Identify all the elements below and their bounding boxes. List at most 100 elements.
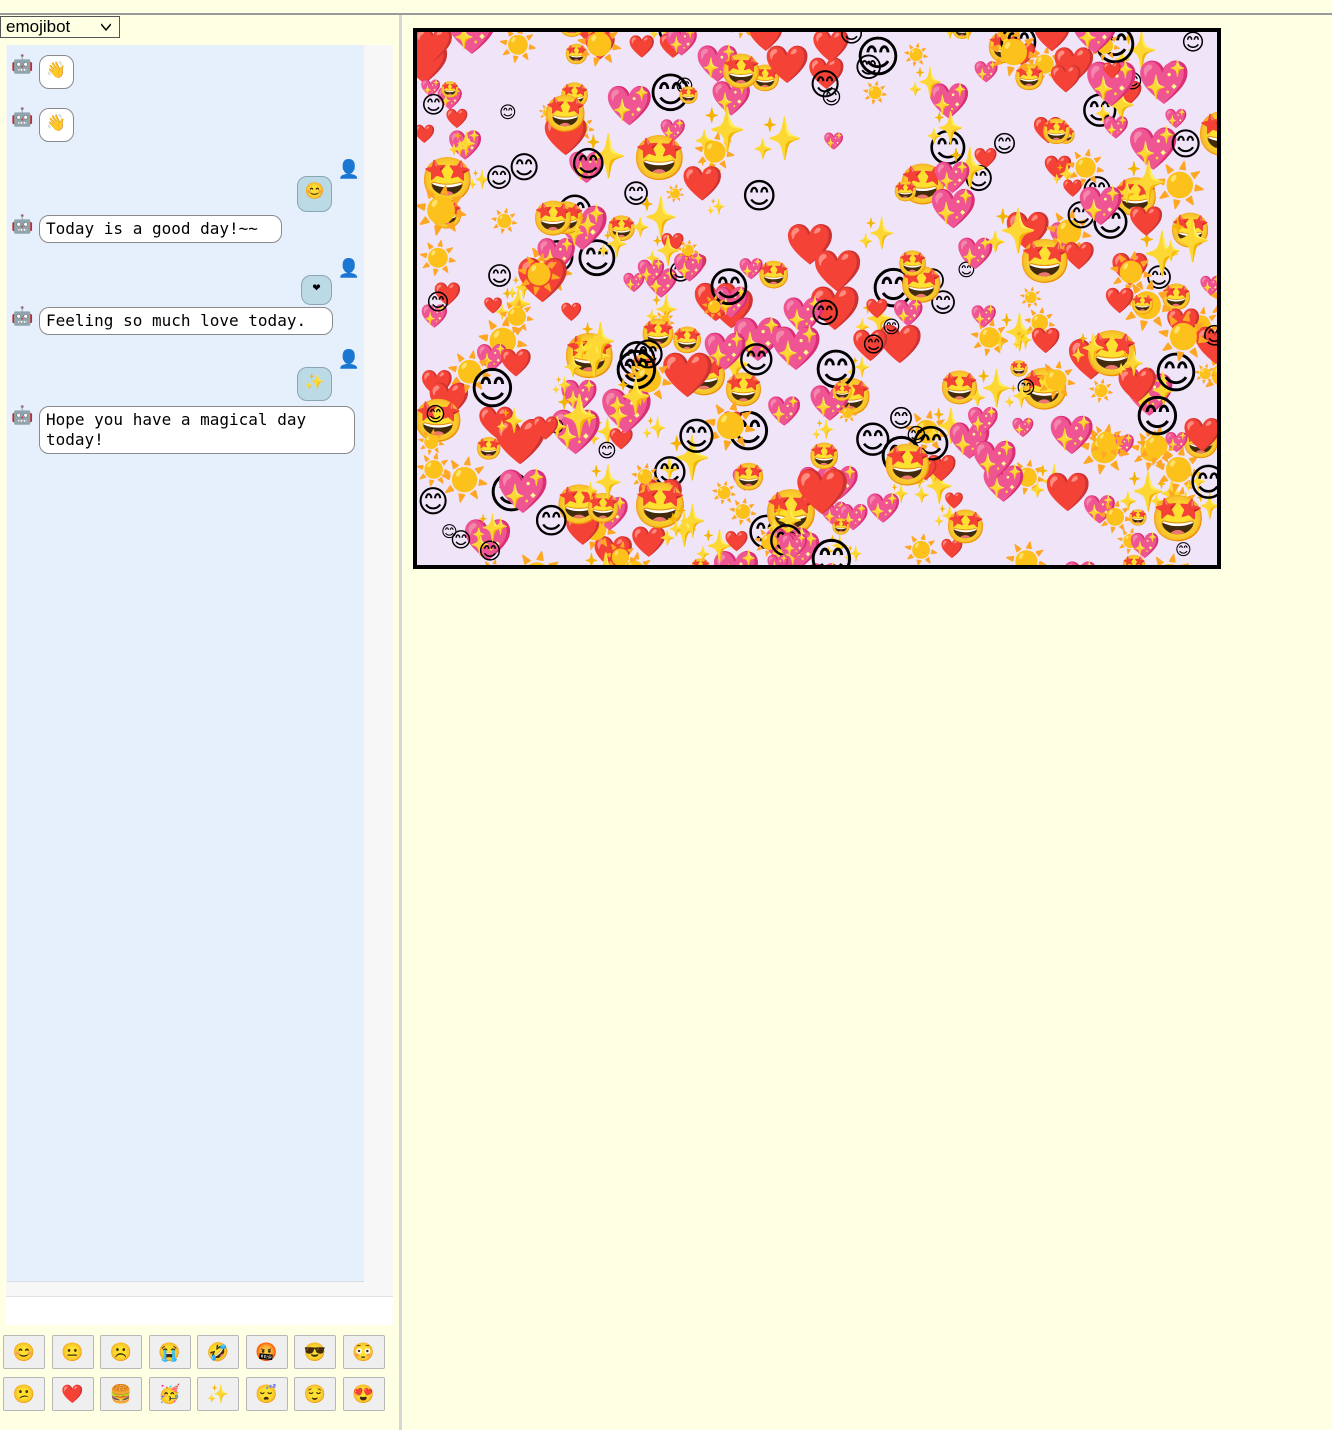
sun-emoji: ☀️ — [676, 239, 700, 262]
sun-emoji: ☀️ — [727, 32, 758, 40]
pink-hearts-emoji: 💖 — [823, 131, 845, 152]
heart-emoji: ❤️ — [417, 124, 436, 145]
smile-emoji: 😊 — [450, 528, 472, 552]
smile-emoji: 😊 — [421, 91, 446, 119]
star-struck-emoji: 🤩 — [678, 86, 699, 106]
sparkles-emoji: ✨ — [706, 197, 726, 216]
emoji-button-sleeping[interactable]: 😴 — [245, 1377, 288, 1411]
sun-emoji: ☀️ — [711, 480, 737, 506]
sun-emoji: ☀️ — [1019, 286, 1043, 309]
emoji-button-rofl[interactable]: 🤣 — [197, 1335, 239, 1369]
star-struck-emoji: 🤩 — [831, 517, 851, 536]
sparkles-emoji: ✨ — [596, 230, 628, 260]
bot-select[interactable]: emojibot — [0, 16, 120, 38]
sparkles-emoji: ✨ — [607, 377, 652, 418]
star-struck-emoji: 🤩 — [945, 507, 986, 546]
star-struck-emoji: 🤩 — [831, 382, 853, 403]
sun-emoji: ☀️ — [490, 207, 519, 235]
chat-message-bot: 🤖 Feeling so much love today. — [7, 307, 364, 337]
heart-emoji: ❤️ — [531, 415, 560, 442]
message-bubble: 👋 — [39, 108, 74, 142]
sparkles-emoji: ✨ — [1114, 349, 1145, 378]
star-struck-emoji: 🤩 — [882, 441, 933, 489]
sparkles-emoji: ✨ — [940, 32, 984, 43]
chat-log[interactable]: 🤖 👋 🤖 👋 😊 👤 🤖 Today is a good day!~~ ❤ 👤… — [7, 45, 364, 1282]
star-struck-emoji: 🤩 — [1041, 117, 1072, 146]
message-bubble: Hope you have a magical day today! — [39, 406, 355, 454]
smile-emoji: 😊 — [597, 440, 617, 462]
emoji-button-burger[interactable]: 🍔 — [100, 1377, 142, 1411]
sun-emoji: ☀️ — [439, 455, 490, 505]
sparkles-emoji: ✨ — [925, 109, 965, 147]
sparkles-emoji: ✨ — [1159, 216, 1211, 265]
emoji-button-confused[interactable]: 😕 — [3, 1377, 45, 1411]
sun-emoji: ☀️ — [837, 403, 858, 424]
heart-emoji: ❤️ — [1102, 61, 1122, 80]
message-bubble: Today is a good day!~~ — [39, 215, 282, 243]
chat-message-bot: 🤖 Today is a good day!~~ — [7, 215, 364, 245]
star-struck-emoji: 🤩 — [1121, 554, 1147, 565]
emoji-button-flushed[interactable]: 😳 — [342, 1335, 385, 1369]
heart-emoji: ❤️ — [1044, 470, 1092, 514]
sun-emoji: ☀️ — [417, 183, 469, 238]
user-icon: 👤 — [337, 349, 360, 370]
pink-hearts-emoji: 💖 — [1077, 184, 1125, 228]
emoji-button-sparkles[interactable]: ✨ — [197, 1377, 239, 1411]
message-text: Today is a good day!~~ — [46, 219, 258, 238]
emoji-button-relieved[interactable]: 😌 — [294, 1377, 336, 1411]
sparkles-emoji: ✨ — [571, 213, 597, 237]
sparkles-emoji: ✨ — [667, 502, 707, 540]
sparkles-emoji: ✨ — [571, 320, 617, 363]
pink-hearts-emoji: 💖 — [769, 324, 823, 374]
sparkles-emoji: ✨ — [471, 513, 505, 544]
smile-emoji: 😊 — [499, 103, 517, 123]
emoji-button-frown[interactable]: ☹️ — [100, 1335, 142, 1369]
message-bubble: 👋 — [39, 55, 74, 89]
message-text: 😊 — [304, 181, 325, 200]
sun-emoji: ☀️ — [516, 252, 562, 297]
star-struck-emoji: 🤩 — [543, 94, 588, 135]
message-text: Feeling so much love today. — [46, 311, 307, 330]
smile-emoji: 😊 — [1169, 125, 1202, 163]
emoji-button-heart-eyes[interactable]: 😍 — [342, 1377, 385, 1411]
message-text: Hope you have a magical day today! — [46, 410, 307, 449]
heart-emoji: ❤️ — [724, 529, 749, 553]
pink-hearts-emoji: 💖 — [605, 83, 654, 129]
emoji-button-sob[interactable]: 😭 — [148, 1335, 191, 1369]
robot-icon: 🤖 — [11, 107, 34, 128]
message-composer[interactable] — [6, 1296, 393, 1325]
emoji-button-heart[interactable]: ❤️ — [51, 1377, 94, 1411]
pink-hearts-emoji: 💖 — [766, 394, 803, 428]
smile-emoji: 😊 — [426, 290, 450, 316]
user-icon: 👤 — [337, 159, 360, 180]
star-struck-emoji: 🤩 — [897, 249, 928, 278]
sparkles-emoji: ✨ — [573, 550, 624, 565]
smile-emoji: 😊 — [1134, 390, 1181, 443]
message-text: ✨ — [304, 372, 325, 391]
star-struck-emoji: 🤩 — [893, 179, 918, 203]
pink-hearts-emoji: 💖 — [445, 32, 499, 58]
heart-emoji: ❤️ — [1182, 415, 1217, 454]
sun-emoji: ☀️ — [862, 80, 888, 106]
sun-emoji: ☀️ — [417, 428, 446, 456]
heart-emoji: ❤️ — [1030, 326, 1062, 355]
emoji-button-sunglasses[interactable]: 😎 — [294, 1335, 336, 1369]
star-struck-emoji: 🤩 — [1130, 292, 1155, 316]
pane-divider — [399, 15, 402, 1430]
chevron-down-icon — [101, 23, 111, 32]
robot-icon: 🤖 — [11, 405, 34, 426]
sparkles-emoji: ✨ — [1117, 470, 1166, 515]
emoji-animation-stage: ✨☀️💖🤩💖💖✨✨🤩💖🤩💖😊☀️❤️💖❤️✨😊😊☀️🤩❤️✨💖☀️☀️💖☀️☀️… — [413, 28, 1221, 569]
sun-emoji: ☀️ — [701, 294, 727, 320]
star-struck-emoji: 🤩 — [690, 558, 711, 565]
emoji-button-party[interactable]: 🥳 — [148, 1377, 191, 1411]
emoji-button-smile[interactable]: 😊 — [3, 1335, 45, 1369]
pink-hearts-emoji: 💖 — [1199, 274, 1217, 297]
emoji-button-cursing[interactable]: 🤬 — [245, 1335, 288, 1369]
pink-hearts-emoji: 💖 — [1137, 58, 1191, 108]
pink-hearts-emoji: 💖 — [1011, 416, 1035, 439]
sparkles-emoji: ✨ — [751, 114, 803, 163]
pink-hearts-emoji: 💖 — [738, 256, 765, 281]
emoji-button-neutral[interactable]: 😐 — [51, 1335, 94, 1369]
pink-hearts-emoji: 💖 — [892, 298, 925, 329]
